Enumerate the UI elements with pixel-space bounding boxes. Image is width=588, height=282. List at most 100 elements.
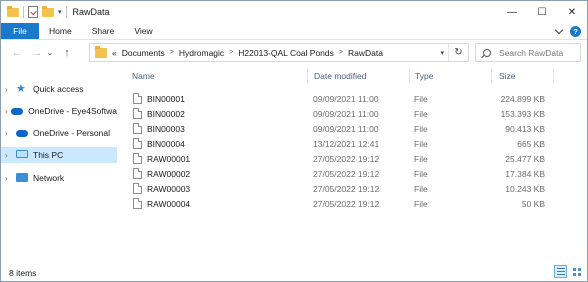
- ribbon-extras: ?: [554, 23, 581, 40]
- tab-file[interactable]: File: [1, 23, 39, 39]
- table-row[interactable]: BIN00002 09/09/2021 11:00 File 153.393 K…: [127, 106, 559, 121]
- file-date: 09/09/2021 11:00: [313, 108, 379, 119]
- breadcrumb-rawdata[interactable]: RawData: [348, 48, 383, 58]
- column-header-date-modified[interactable]: Date modified: [309, 67, 409, 85]
- sidebar-item-onedrive-personal[interactable]: › OneDrive - Personal: [1, 125, 117, 141]
- sidebar-item-quick-access[interactable]: › ★ Quick access: [1, 81, 117, 97]
- refresh-button[interactable]: ↻: [448, 44, 468, 61]
- computer-icon: [16, 150, 28, 160]
- file-date: 27/05/2022 19:12: [313, 198, 380, 209]
- up-button[interactable]: ↑: [59, 45, 75, 61]
- table-row[interactable]: RAW00001 27/05/2022 19:12 File 25.477 KB: [127, 151, 559, 166]
- chevron-right-icon[interactable]: ›: [5, 107, 10, 116]
- help-icon[interactable]: ?: [570, 26, 581, 37]
- new-folder-icon[interactable]: [42, 5, 54, 17]
- chevron-right-icon[interactable]: ›: [5, 151, 15, 160]
- file-name-cell: BIN00003: [133, 121, 185, 136]
- chevron-right-icon[interactable]: >: [339, 49, 343, 56]
- large-icons-view-icon: [572, 267, 581, 276]
- window-controls: — ☐ ✕: [497, 1, 587, 23]
- file-name: RAW00004: [147, 198, 191, 209]
- search-icon: [483, 48, 491, 57]
- search-input[interactable]: Search RawData: [475, 43, 581, 62]
- expand-ribbon-icon[interactable]: [554, 25, 564, 35]
- table-row[interactable]: RAW00004 27/05/2022 19:12 File 50 KB: [127, 196, 559, 211]
- column-header-type[interactable]: Type: [410, 67, 490, 85]
- file-date: 09/09/2021 11:00: [313, 123, 379, 134]
- file-name: BIN00004: [147, 138, 185, 149]
- sidebar-item-this-pc[interactable]: › This PC: [1, 147, 117, 163]
- customize-toolbar-icon[interactable]: ▾: [58, 8, 62, 16]
- file-size: 224.899 KB: [500, 93, 545, 104]
- file-type: File: [414, 198, 428, 209]
- address-history-dropdown[interactable]: ▾: [440, 44, 444, 61]
- close-button[interactable]: ✕: [557, 1, 587, 23]
- chevron-right-icon[interactable]: ›: [5, 174, 15, 183]
- navigation-bar: ← → ⌄ ↑ « Documents > Hydromagic > H2201…: [1, 41, 587, 64]
- tab-share[interactable]: Share: [82, 23, 125, 39]
- breadcrumb-h22013[interactable]: H22013-QAL Coal Ponds: [238, 48, 334, 58]
- toolbar-divider: [23, 6, 24, 18]
- chevron-right-icon[interactable]: ›: [5, 129, 15, 138]
- file-name-cell: BIN00002: [133, 106, 185, 121]
- file-date: 27/05/2022 19:12: [313, 168, 380, 179]
- breadcrumb-documents[interactable]: Documents: [122, 48, 165, 58]
- column-divider[interactable]: [307, 69, 308, 83]
- minimize-button[interactable]: —: [497, 1, 527, 23]
- large-icons-view-button[interactable]: [570, 265, 583, 278]
- folder-icon: [7, 5, 19, 17]
- sidebar-item-label: This PC: [33, 150, 64, 160]
- column-header-name[interactable]: Name: [127, 67, 307, 85]
- chevron-right-icon[interactable]: >: [229, 49, 233, 56]
- breadcrumb: « Documents > Hydromagic > H22013-QAL Co…: [112, 48, 383, 58]
- maximize-button[interactable]: ☐: [527, 1, 557, 23]
- table-row[interactable]: BIN00001 09/09/2021 11:00 File 224.899 K…: [127, 91, 559, 106]
- title-bar: ▾ RawData — ☐ ✕: [1, 1, 587, 23]
- file-type: File: [414, 108, 428, 119]
- tab-view[interactable]: View: [124, 23, 162, 39]
- recent-locations-button[interactable]: ⌄: [45, 45, 55, 61]
- file-icon: [133, 168, 142, 179]
- back-button[interactable]: ←: [9, 45, 25, 61]
- column-headers: Name Date modified Type Size: [119, 67, 587, 85]
- tab-home[interactable]: Home: [39, 23, 82, 39]
- status-bar: 8 items: [1, 264, 587, 281]
- breadcrumb-hydromagic[interactable]: Hydromagic: [179, 48, 224, 58]
- ribbon-tabs: File Home Share View ?: [1, 23, 587, 40]
- star-icon: ★: [16, 83, 26, 95]
- window-title: RawData: [72, 7, 110, 17]
- file-date: 13/12/2021 12:41: [313, 138, 380, 149]
- table-row[interactable]: BIN00004 13/12/2021 12:41 File 665 KB: [127, 136, 559, 151]
- table-row[interactable]: BIN00003 09/09/2021 11:00 File 90.413 KB: [127, 121, 559, 136]
- file-name-cell: RAW00002: [133, 166, 190, 181]
- file-name-cell: RAW00004: [133, 196, 190, 211]
- sidebar-item-onedrive-eye4software[interactable]: › OneDrive - Eye4Softwa: [1, 103, 117, 119]
- file-type: File: [414, 153, 428, 164]
- sidebar-item-network[interactable]: › Network: [1, 170, 117, 186]
- address-bar[interactable]: « Documents > Hydromagic > H22013-QAL Co…: [89, 43, 469, 62]
- file-icon: [133, 198, 142, 209]
- sidebar-item-label: Quick access: [33, 84, 84, 94]
- chevron-right-icon[interactable]: ›: [5, 85, 15, 94]
- properties-icon[interactable]: [28, 6, 38, 18]
- forward-button[interactable]: →: [29, 45, 45, 61]
- file-size: 153.393 KB: [500, 108, 545, 119]
- file-size: 10.243 KB: [505, 183, 545, 194]
- file-date: 27/05/2022 19:12: [313, 183, 380, 194]
- file-name-cell: RAW00003: [133, 181, 190, 196]
- column-header-size[interactable]: Size: [494, 67, 554, 85]
- column-divider[interactable]: [553, 69, 554, 83]
- chevron-right-icon[interactable]: >: [170, 49, 174, 56]
- file-date: 09/09/2021 11:00: [313, 93, 379, 104]
- table-row[interactable]: RAW00002 27/05/2022 19:12 File 17.384 KB: [127, 166, 559, 181]
- column-divider[interactable]: [491, 69, 492, 83]
- sidebar-item-label: OneDrive - Personal: [33, 128, 111, 138]
- breadcrumb-overflow[interactable]: «: [112, 48, 117, 58]
- file-size: 665 KB: [517, 138, 545, 149]
- cloud-icon: [11, 106, 24, 116]
- item-count: 8 items: [9, 267, 37, 278]
- table-row[interactable]: RAW00003 27/05/2022 19:12 File 10.243 KB: [127, 181, 559, 196]
- file-type: File: [414, 138, 428, 149]
- file-type: File: [414, 123, 428, 134]
- details-view-button[interactable]: [554, 265, 567, 278]
